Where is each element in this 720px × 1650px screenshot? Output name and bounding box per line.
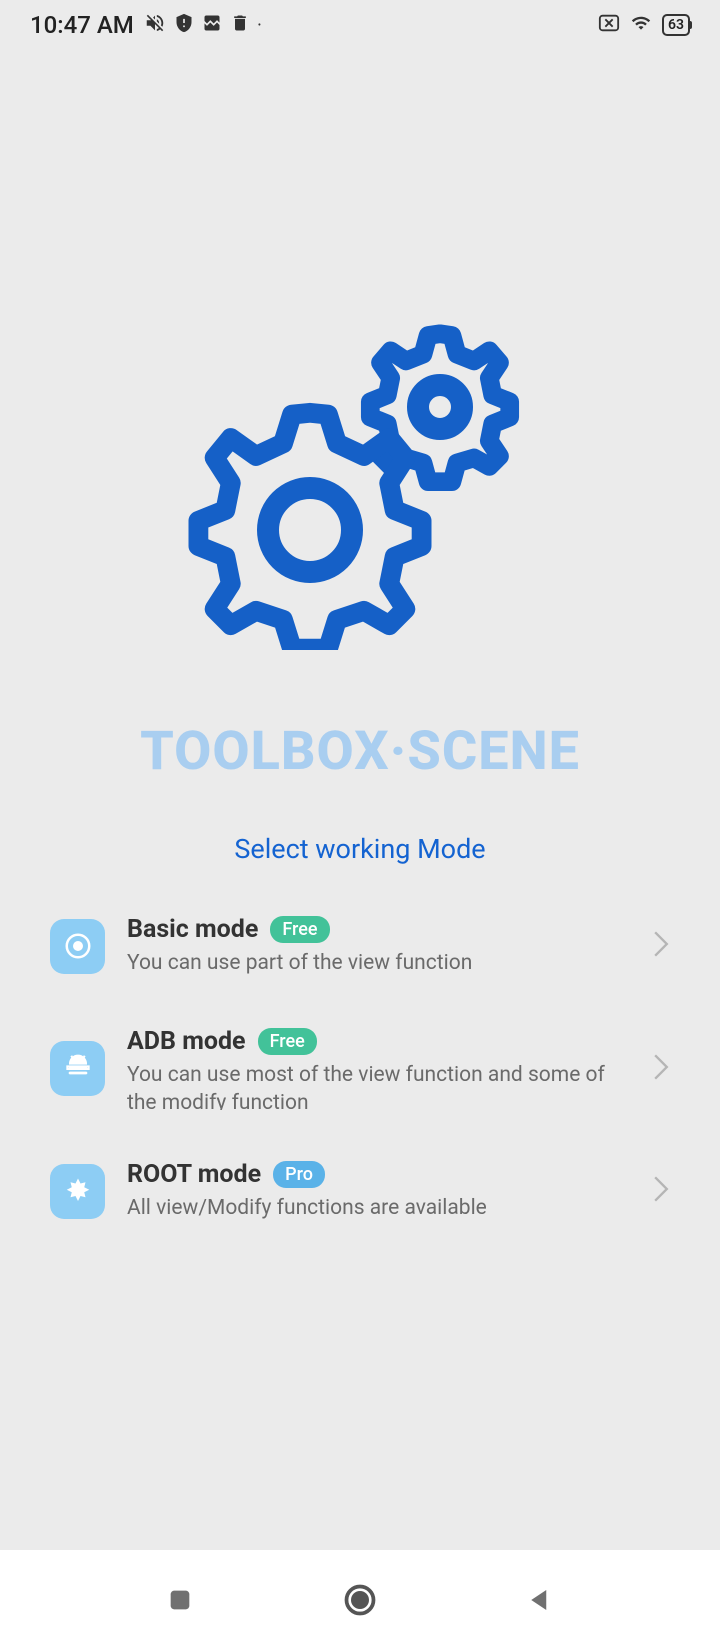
chevron-right-icon	[652, 930, 670, 962]
dot-icon: •	[258, 20, 261, 31]
mute-icon	[144, 12, 166, 38]
mode-title: Basic mode	[127, 915, 258, 944]
mode-list: Basic mode Free You can use part of the …	[50, 915, 670, 1223]
nav-home-button[interactable]	[340, 1580, 380, 1620]
chevron-right-icon	[652, 1175, 670, 1207]
mode-text: ADB mode Free You can use most of the vi…	[127, 1027, 630, 1110]
mode-title: ROOT mode	[127, 1160, 261, 1189]
status-icons-left: •	[144, 12, 261, 38]
app-title: TOOLBOX·SCENE	[50, 720, 670, 783]
subtitle: Select working Mode	[50, 833, 670, 865]
mode-item-root[interactable]: ROOT mode Pro All view/Modify functions …	[50, 1160, 670, 1222]
status-left: 10:47 AM •	[30, 11, 261, 39]
mode-description: You can use most of the view function an…	[127, 1062, 630, 1110]
trash-icon	[230, 13, 250, 37]
mode-item-adb[interactable]: ADB mode Free You can use most of the vi…	[50, 1027, 670, 1110]
status-bar: 10:47 AM • 63	[0, 0, 720, 50]
free-badge: Free	[270, 916, 329, 943]
main-content: TOOLBOX·SCENE Select working Mode Basic …	[0, 50, 720, 1550]
wifi-icon	[630, 13, 652, 37]
nav-back-button[interactable]	[520, 1580, 560, 1620]
mode-text: Basic mode Free You can use part of the …	[127, 915, 630, 977]
mode-title: ADB mode	[127, 1027, 246, 1056]
mode-item-basic[interactable]: Basic mode Free You can use part of the …	[50, 915, 670, 977]
mode-title-row: ROOT mode Pro	[127, 1160, 630, 1189]
basic-mode-icon	[50, 919, 105, 974]
pro-badge: Pro	[273, 1161, 325, 1188]
mode-title-row: Basic mode Free	[127, 915, 630, 944]
broken-image-icon	[202, 13, 222, 37]
adb-mode-icon	[50, 1041, 105, 1096]
hero-gears-icon	[50, 290, 670, 650]
status-time: 10:47 AM	[30, 11, 134, 39]
mode-description: All view/Modify functions are available	[127, 1195, 630, 1222]
battery-indicator: 63	[662, 14, 690, 36]
status-right: 63	[598, 13, 690, 37]
mode-title-row: ADB mode Free	[127, 1027, 630, 1056]
mode-text: ROOT mode Pro All view/Modify functions …	[127, 1160, 630, 1222]
nav-recents-button[interactable]	[160, 1580, 200, 1620]
root-mode-icon	[50, 1164, 105, 1219]
mode-description: You can use part of the view function	[127, 950, 630, 977]
chevron-right-icon	[652, 1053, 670, 1085]
shield-icon	[174, 13, 194, 37]
screen-cast-icon	[598, 13, 620, 37]
navigation-bar	[0, 1550, 720, 1650]
free-badge: Free	[258, 1028, 317, 1055]
